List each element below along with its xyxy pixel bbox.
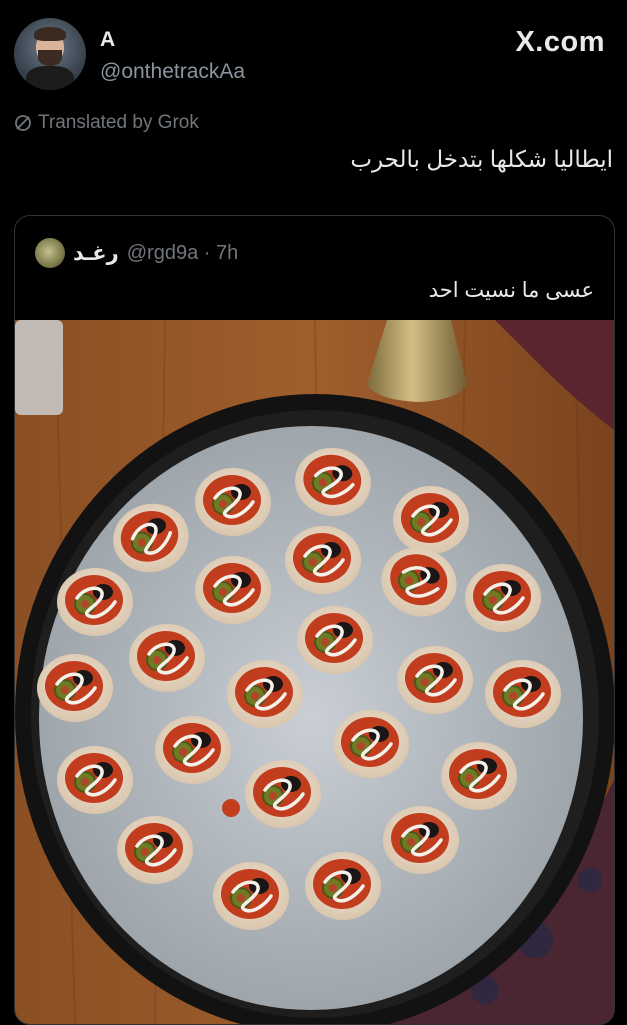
author-avatar[interactable] [14, 18, 86, 90]
quoted-tweet-header: رغـد @rgd9a · 7h [35, 238, 238, 268]
quoted-tweet-text: عسى ما نسيت احد [428, 279, 594, 302]
tweet-text: ايطاليا شكلها بتدخل بالحرب [350, 146, 613, 172]
pizza-photo[interactable] [15, 320, 614, 1024]
quoted-author-handle[interactable]: @rgd9a · 7h [127, 242, 238, 265]
quoted-author-name[interactable]: رغـد [73, 241, 119, 266]
quoted-author-avatar[interactable] [35, 238, 65, 268]
translation-label: Translated by Grok [38, 112, 199, 133]
author-handle[interactable]: @onthetrackAa [100, 60, 245, 84]
author-name[interactable]: A [100, 28, 115, 52]
site-label: X.com [515, 26, 605, 58]
translation-note: Translated by Grok [14, 112, 199, 134]
tweet-header: A @onthetrackAa X.com [14, 18, 605, 94]
grok-icon [15, 115, 31, 131]
quoted-tweet[interactable]: رغـد @rgd9a · 7h عسى ما نسيت احد [14, 215, 615, 1025]
